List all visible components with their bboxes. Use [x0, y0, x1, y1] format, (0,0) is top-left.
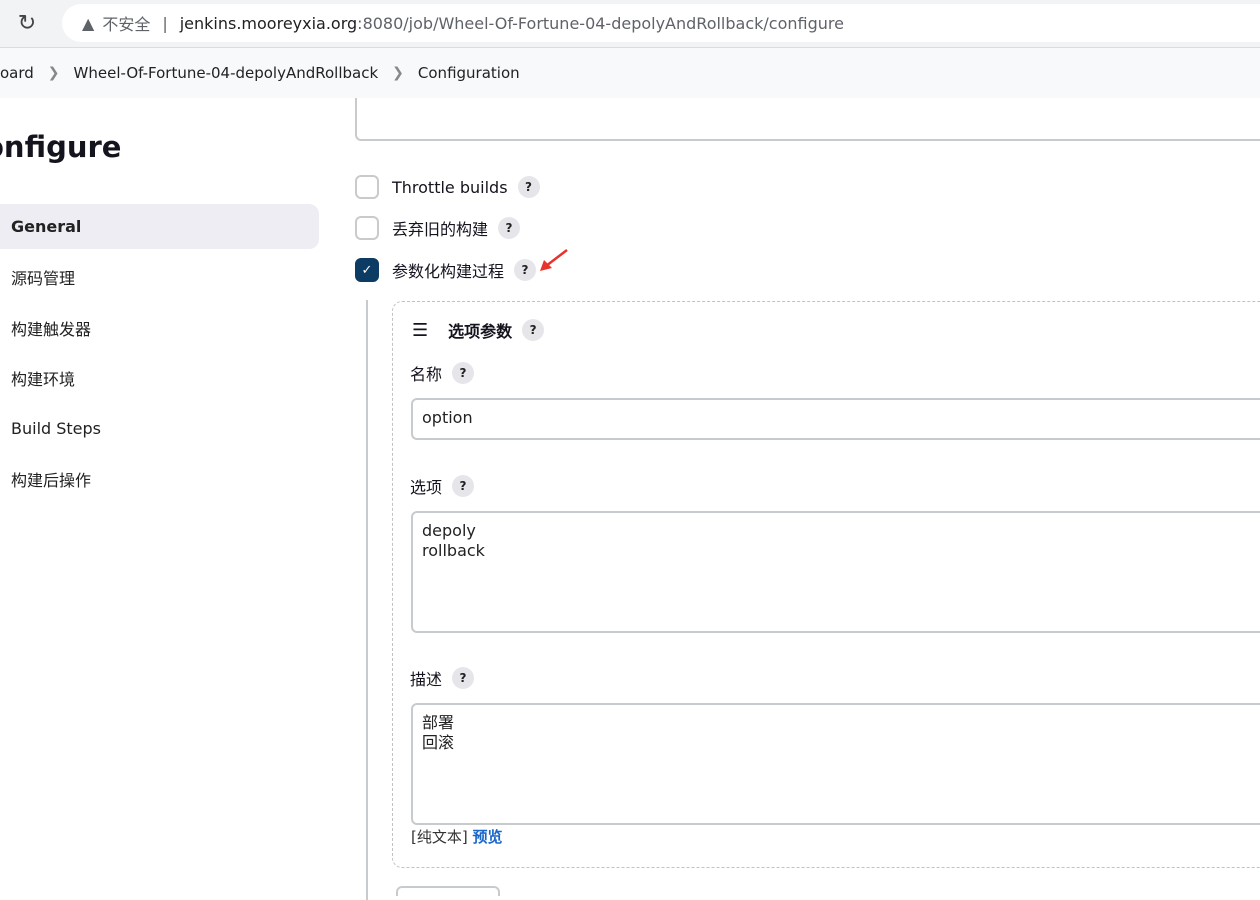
name-input[interactable]: option — [411, 398, 1260, 440]
parameterized-option: ✓ 参数化构建过程 ? — [355, 258, 537, 282]
breadcrumb-job[interactable]: Wheel-Of-Fortune-04-depolyAndRollback — [74, 64, 379, 82]
sidebar-item-scm[interactable]: 源码管理 — [0, 255, 319, 300]
help-icon[interactable]: ? — [452, 667, 475, 689]
description-label: 描述 — [410, 670, 443, 689]
page-title: onfigure — [0, 130, 122, 164]
choices-textarea[interactable]: depoly rollback — [411, 511, 1260, 633]
sidebar-item-general[interactable]: General — [0, 204, 319, 249]
throttle-builds-label[interactable]: Throttle builds — [392, 178, 508, 197]
drag-handle-icon[interactable]: ☰ — [412, 320, 428, 341]
param-header: ☰ 选项参数 ? — [412, 318, 545, 342]
reload-icon[interactable]: ↻ — [14, 10, 40, 36]
help-icon[interactable]: ? — [452, 362, 475, 384]
chevron-right-icon: ❯ — [47, 65, 60, 81]
sidebar-item-build-steps[interactable]: Build Steps — [0, 406, 319, 451]
help-icon[interactable]: ? — [498, 217, 521, 239]
help-icon[interactable]: ? — [452, 475, 475, 497]
sidebar-item-triggers[interactable]: 构建触发器 — [0, 305, 319, 350]
sidebar-item-environment[interactable]: 构建环境 — [0, 356, 319, 401]
choices-label: 选项 — [410, 478, 443, 497]
help-icon[interactable]: ? — [514, 259, 537, 281]
parameterized-checkbox[interactable]: ✓ — [355, 258, 379, 282]
name-label: 名称 — [410, 365, 443, 384]
checkmark-icon: ✓ — [361, 262, 373, 278]
description-textarea[interactable]: 部署 回滚 — [411, 703, 1260, 825]
throttle-builds-checkbox[interactable] — [355, 175, 379, 199]
discard-builds-option: 丢弃旧的构建 ? — [355, 216, 521, 240]
browser-toolbar: ↻ ▲ 不安全 | jenkins.mooreyxia.org :8080/jo… — [0, 0, 1260, 48]
section-indent-line — [366, 300, 368, 900]
discard-builds-checkbox[interactable] — [355, 216, 379, 240]
parameterized-label[interactable]: 参数化构建过程 — [392, 258, 504, 282]
format-hint: [纯文本] 预览 — [411, 826, 503, 847]
description-label-row: 描述 ? — [410, 666, 475, 690]
breadcrumb-dashboard[interactable]: oard — [0, 64, 34, 82]
help-icon[interactable]: ? — [522, 319, 545, 341]
choices-label-row: 选项 ? — [410, 474, 475, 498]
url-host: jenkins.mooreyxia.org — [179, 13, 358, 33]
name-label-row: 名称 ? — [410, 361, 475, 385]
throttle-builds-option: Throttle builds ? — [355, 175, 540, 199]
help-icon[interactable]: ? — [517, 176, 540, 198]
separator: | — [162, 13, 168, 33]
preview-link[interactable]: 预览 — [473, 828, 503, 846]
sidebar-item-post-build[interactable]: 构建后操作 — [0, 457, 319, 502]
chevron-right-icon: ❯ — [392, 65, 404, 81]
param-title: 选项参数 — [448, 322, 513, 341]
breadcrumb: oard ❯ Wheel-Of-Fortune-04-depolyAndRoll… — [0, 48, 1260, 98]
sidebar: General 源码管理 构建触发器 构建环境 Build Steps 构建后操… — [0, 204, 319, 507]
security-label: 不安全 — [102, 15, 151, 34]
url-path: :8080/job/Wheel-Of-Fortune-04-depolyAndR… — [357, 13, 844, 33]
annotation-arrow-icon — [540, 249, 568, 271]
warning-icon: ▲ — [82, 13, 95, 33]
discard-builds-label[interactable]: 丢弃旧的构建 — [392, 216, 488, 240]
previous-field-input[interactable] — [355, 98, 1260, 141]
address-bar[interactable]: ▲ 不安全 | jenkins.mooreyxia.org :8080/job/… — [62, 4, 1260, 42]
plain-text-label: [纯文本] — [411, 828, 468, 846]
breadcrumb-configuration[interactable]: Configuration — [418, 64, 520, 82]
